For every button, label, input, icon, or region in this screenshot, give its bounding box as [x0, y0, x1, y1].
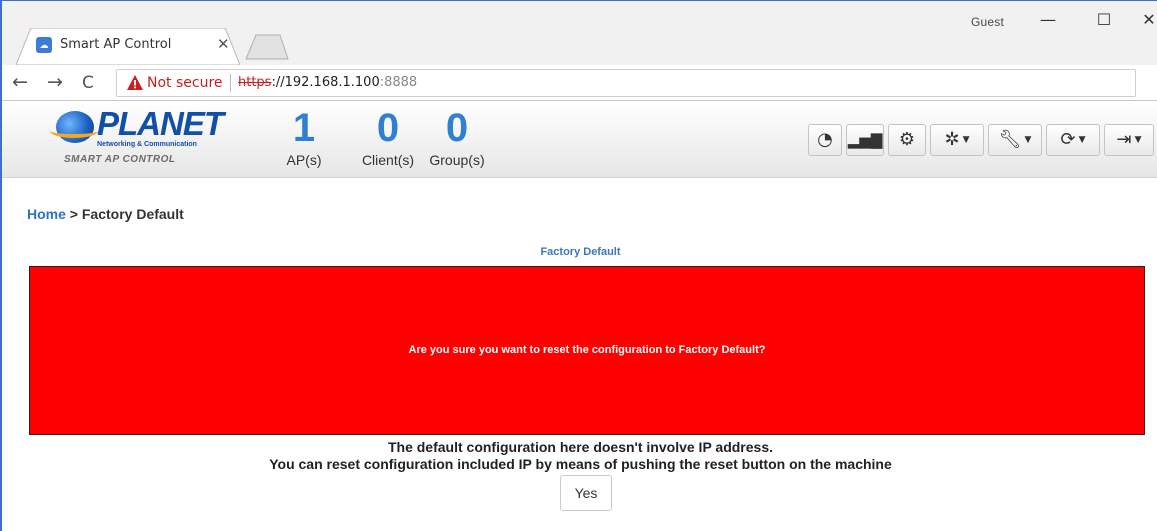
- address-bar: ← → C Not secure https://192.168.1.100:8…: [2, 65, 1157, 101]
- gear-icon: ✲: [944, 129, 960, 150]
- stat-clients[interactable]: 0 Client(s): [355, 108, 421, 168]
- url-port: :8888: [379, 75, 418, 90]
- breadcrumb-home-link[interactable]: Home: [27, 206, 66, 222]
- network-button[interactable]: ⚙: [888, 124, 926, 156]
- yes-button[interactable]: Yes: [560, 475, 612, 511]
- url-field[interactable]: Not secure https://192.168.1.100:8888: [116, 69, 1136, 97]
- planet-logo: PLANET Networking & Communication SMART …: [50, 105, 224, 168]
- close-window-icon[interactable]: ✕: [1129, 6, 1157, 34]
- tools-dropdown[interactable]: 🔧︎ ▼: [988, 124, 1042, 156]
- logo-subtext: Networking & Communication: [97, 141, 197, 148]
- stat-label: Group(s): [429, 152, 485, 168]
- security-label[interactable]: Not secure: [147, 75, 223, 91]
- back-icon[interactable]: ←: [12, 71, 28, 93]
- logo-swoosh: [50, 124, 98, 138]
- browser-tab[interactable]: ☁ Smart AP Control ✕: [16, 28, 240, 65]
- logo-tagline: SMART AP CONTROL: [64, 154, 176, 165]
- caret-down-icon: ▼: [1078, 135, 1086, 145]
- forward-icon[interactable]: →: [47, 71, 63, 93]
- logout-dropdown[interactable]: ⇥ ▼: [1104, 124, 1154, 156]
- url-separator: [230, 74, 231, 92]
- browser-menu-icon[interactable]: ⋮: [1151, 73, 1157, 93]
- caret-down-icon: ▼: [1024, 135, 1032, 145]
- title-bar: ☁ Smart AP Control ✕ Guest — ☐ ✕: [2, 1, 1157, 65]
- profile-label[interactable]: Guest: [971, 15, 1004, 29]
- stat-groups[interactable]: 0 Group(s): [424, 108, 490, 168]
- breadcrumb-separator: >: [69, 206, 78, 222]
- reload-icon[interactable]: C: [82, 73, 94, 93]
- ip-note-line-1: The default configuration here doesn't i…: [387, 439, 774, 455]
- statistics-button[interactable]: ▂▅▇: [846, 124, 884, 156]
- network-icon: ⚙: [898, 129, 916, 150]
- tab-close-icon[interactable]: ✕: [217, 35, 230, 53]
- stat-value: 0: [376, 106, 400, 150]
- minimize-icon[interactable]: —: [1028, 6, 1068, 34]
- breadcrumb-current: Factory Default: [81, 206, 184, 222]
- caret-down-icon: ▼: [1134, 135, 1142, 145]
- confirmation-message: Are you sure you want to reset the confi…: [408, 344, 766, 356]
- settings-dropdown[interactable]: ✲ ▼: [930, 124, 984, 156]
- refresh-icon: ⟳: [1060, 129, 1076, 150]
- ip-note-line-2: You can reset configuration included IP …: [269, 456, 892, 472]
- refresh-dropdown[interactable]: ⟳ ▼: [1046, 124, 1100, 156]
- stat-label: Client(s): [361, 152, 415, 168]
- stat-value: 0: [445, 106, 469, 150]
- url-scheme: https: [238, 75, 272, 90]
- url-host: ://192.168.1.100: [271, 75, 380, 90]
- stat-label: AP(s): [286, 152, 322, 168]
- confirmation-panel: Are you sure you want to reset the confi…: [29, 266, 1145, 435]
- new-tab-button[interactable]: [244, 34, 290, 60]
- logo-text: PLANET: [97, 105, 224, 142]
- app-header: PLANET Networking & Communication SMART …: [2, 102, 1157, 178]
- maximize-icon[interactable]: ☐: [1084, 6, 1124, 34]
- url-text[interactable]: https://192.168.1.100:8888: [238, 75, 417, 90]
- breadcrumb: Home > Factory Default: [27, 206, 184, 222]
- dashboard-button[interactable]: ◔: [808, 124, 842, 156]
- logout-icon: ⇥: [1116, 129, 1132, 150]
- tab-title: Smart AP Control: [60, 37, 172, 52]
- warning-icon: [127, 75, 143, 90]
- caret-down-icon: ▼: [962, 135, 970, 145]
- dashboard-icon: ◔: [817, 129, 833, 150]
- stat-value: 1: [292, 106, 316, 150]
- browser-window: ☁ Smart AP Control ✕ Guest — ☐ ✕ ← → C N…: [0, 0, 1157, 531]
- chart-icon: ▂▅▇: [847, 131, 883, 149]
- section-title: Factory Default: [540, 246, 621, 258]
- stat-aps[interactable]: 1 AP(s): [284, 108, 324, 168]
- wrench-icon: 🔧︎: [998, 129, 1022, 150]
- app-favicon-icon: ☁: [36, 37, 52, 53]
